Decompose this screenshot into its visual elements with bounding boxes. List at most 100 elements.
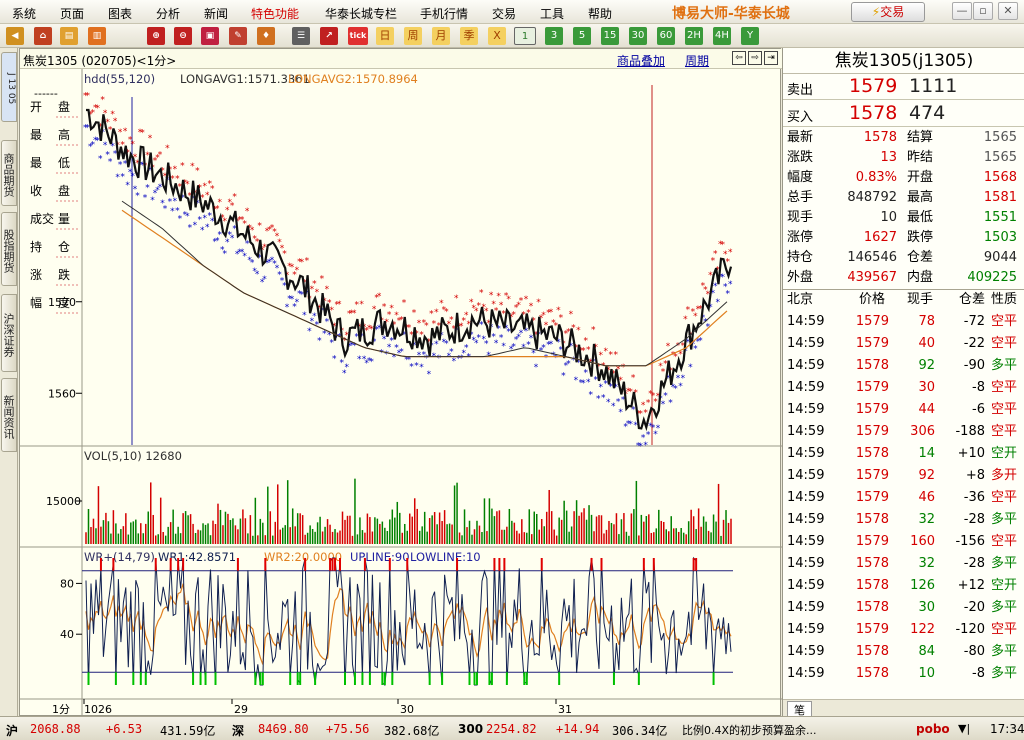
tick-volume: 32 (918, 512, 935, 527)
menu-item[interactable]: 交易 (492, 5, 516, 22)
menu-item[interactable]: 特色功能 (251, 5, 299, 22)
period-button[interactable]: 3 (545, 27, 563, 45)
high-marker: * (232, 192, 237, 202)
wr-label: WR+(14,79) (84, 550, 155, 564)
signal-icon: ▼| (958, 722, 971, 735)
period-text-button[interactable]: 日 (376, 27, 394, 45)
sz-value[interactable]: 8469.80 (258, 722, 309, 736)
tick-time: 14:59 (787, 622, 825, 637)
menu-item[interactable]: 分析 (156, 5, 180, 22)
expand-icon[interactable]: ⇥ (764, 51, 778, 65)
tick-row[interactable]: 14:59 1579 30 -8 空平 (783, 379, 1024, 399)
stat-label: 昨结 (907, 150, 934, 165)
trade-button[interactable]: ⚡交易 (851, 2, 925, 22)
scroll-right-icon[interactable]: ⇨ (748, 51, 762, 65)
tick-row[interactable]: 14:59 1579 306 -188 空平 (783, 423, 1024, 443)
period-button[interactable]: 30 (629, 27, 647, 45)
tick-row[interactable]: 14:59 1578 92 -90 多平 (783, 357, 1024, 377)
tick-type: 空开 (991, 578, 1018, 593)
period-button[interactable]: 15 (601, 27, 619, 45)
tick-row[interactable]: 14:59 1578 126 +12 空开 (783, 577, 1024, 597)
left-tab[interactable]: 股指期货 (1, 212, 17, 286)
high-marker: * (576, 326, 581, 336)
menu-item[interactable]: 帮助 (588, 5, 612, 22)
tick-row[interactable]: 14:59 1578 32 -28 多平 (783, 511, 1024, 531)
folder-icon[interactable]: ▤ (60, 27, 78, 45)
tick-icon[interactable]: tick (348, 27, 368, 45)
stat-value: 848792 (847, 190, 897, 205)
overlay-link[interactable]: 商品叠加 (617, 52, 665, 69)
menu-item[interactable]: 手机行情 (420, 5, 468, 22)
chart-area[interactable]: ------ 开盘最高最低收盘成交量持仓涨跌幅度 hdd(55,120) LONGAV… (19, 48, 782, 717)
pencil-icon[interactable]: ✎ (229, 27, 247, 45)
low-marker: * (145, 183, 150, 193)
line-chart-icon[interactable]: ↗ (320, 27, 338, 45)
high-marker: * (257, 221, 262, 231)
sh-value[interactable]: 2068.88 (30, 722, 81, 736)
chart-canvas[interactable]: ------开 盘最 高最 低收 盘成交 量持 仓涨 跌幅 度hdd(55,120) LONGAV… (20, 49, 782, 717)
tick-row[interactable]: 14:59 1579 40 -22 空平 (783, 335, 1024, 355)
period-link[interactable]: 周期 (685, 52, 709, 69)
period-button[interactable]: 1 (514, 27, 536, 45)
menu-item[interactable]: 系统 (12, 5, 36, 22)
tick-row[interactable]: 14:59 1578 30 -20 多平 (783, 599, 1024, 619)
tick-list[interactable]: 北京 价格 现手 仓差 性质 14:59 1579 78 -72 空平 14:59 1579 40 -22… (783, 290, 1024, 700)
period-button[interactable]: 2H (685, 27, 703, 45)
period-text-button[interactable]: 月 (432, 27, 450, 45)
period-button[interactable]: 5 (573, 27, 591, 45)
tick-row[interactable]: 14:59 1578 32 -28 多平 (783, 555, 1024, 575)
tick-row[interactable]: 14:59 1579 78 -72 空平 (783, 313, 1024, 333)
tick-row[interactable]: 14:59 1579 92 +8 多开 (783, 467, 1024, 487)
tick-volume: 92 (918, 468, 935, 483)
tick-row[interactable]: 14:59 1579 160 -156 空平 (783, 533, 1024, 553)
period-text-button[interactable]: 周 (404, 27, 422, 45)
back-icon[interactable]: ◀ (6, 27, 24, 45)
tick-volume: 44 (918, 402, 935, 417)
tick-row[interactable]: 14:59 1579 122 -120 空平 (783, 621, 1024, 641)
period-button[interactable]: 60 (657, 27, 675, 45)
menu-item[interactable]: 图表 (108, 5, 132, 22)
chart-icon[interactable]: ▥ (88, 27, 106, 45)
tick-volume: 92 (918, 358, 935, 373)
home-icon[interactable]: ⌂ (34, 27, 52, 45)
left-tab[interactable]: 商品期货 (1, 140, 17, 206)
bid-row[interactable]: 买入 1578 474 (783, 101, 1024, 127)
high-marker: * (454, 294, 459, 304)
tick-price: 1579 (855, 490, 889, 505)
scroll-left-icon[interactable]: ⇦ (732, 51, 746, 65)
i300-value[interactable]: 2254.82 (486, 722, 537, 736)
menu-item[interactable]: 新闻 (204, 5, 228, 22)
tick-row[interactable]: 14:59 1578 14 +10 空开 (783, 445, 1024, 465)
tick-row[interactable]: 14:59 1579 46 -36 空平 (783, 489, 1024, 509)
zoom-out-icon[interactable]: ⊖ (174, 27, 192, 45)
menu-item[interactable]: 华泰长城专栏 (325, 5, 397, 22)
zoom-in-icon[interactable]: ⊕ (147, 27, 165, 45)
window-icon[interactable]: ▣ (201, 27, 219, 45)
period-text-button[interactable]: X (488, 27, 506, 45)
left-tab[interactable]: 沪深证券 (1, 294, 17, 372)
minimize-icon[interactable]: — (952, 2, 972, 20)
left-tab[interactable]: 新闻资讯 (1, 378, 17, 452)
list-icon[interactable]: ☰ (292, 27, 310, 45)
tick-price: 1579 (855, 380, 889, 395)
legend-value: 高 (58, 127, 70, 142)
code-tab[interactable]: J 13 05 (1, 52, 17, 122)
menu-item[interactable]: 工具 (540, 5, 564, 22)
high-marker: * (549, 308, 554, 318)
restore-icon[interactable]: ▫ (973, 2, 993, 20)
ask-row[interactable]: 卖出 1579 1111 (783, 74, 1024, 100)
tick-row[interactable]: 14:59 1578 10 -8 多平 (783, 665, 1024, 685)
stat-value: 9044 (983, 250, 1017, 265)
close-icon[interactable]: ✕ (998, 2, 1018, 20)
menu-item[interactable]: 页面 (60, 5, 84, 22)
news-ticker[interactable]: 比例0.4X的初步预算盈余... (682, 722, 912, 738)
tick-row[interactable]: 14:59 1578 84 -80 多平 (783, 643, 1024, 663)
tick-price: 1578 (855, 512, 889, 527)
period-button[interactable]: 4H (713, 27, 731, 45)
period-button[interactable]: Y (741, 27, 759, 45)
tick-row[interactable]: 14:59 1579 44 -6 空平 (783, 401, 1024, 421)
bell-icon[interactable]: ♦ (257, 27, 275, 45)
tick-type: 多平 (991, 600, 1018, 615)
period-text-button[interactable]: 季 (460, 27, 478, 45)
high-marker: * (713, 250, 718, 260)
